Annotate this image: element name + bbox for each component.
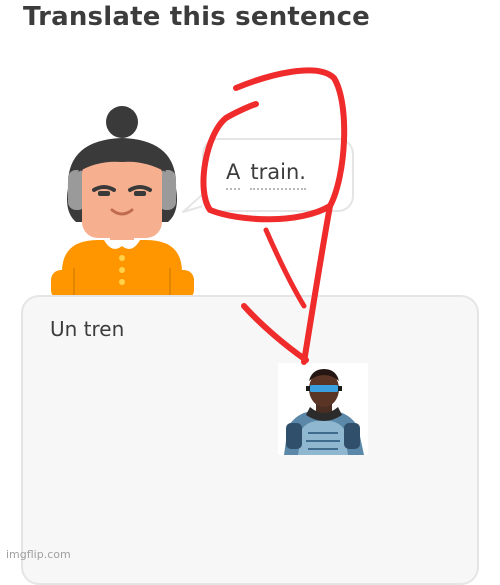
speech-bubble: Atrain. [202, 138, 354, 212]
prompt-word[interactable]: train. [250, 160, 306, 190]
page-title: Translate this sentence [23, 2, 371, 32]
prompt-word[interactable]: A [226, 160, 241, 190]
watermark: imgflip.com [6, 548, 71, 561]
character-illustration [51, 106, 194, 300]
superhero-image [278, 363, 368, 455]
answer-text: Un tren [50, 317, 125, 341]
prompt-sentence: Atrain. [226, 160, 306, 190]
answer-input-area[interactable]: Un tren [21, 295, 479, 585]
